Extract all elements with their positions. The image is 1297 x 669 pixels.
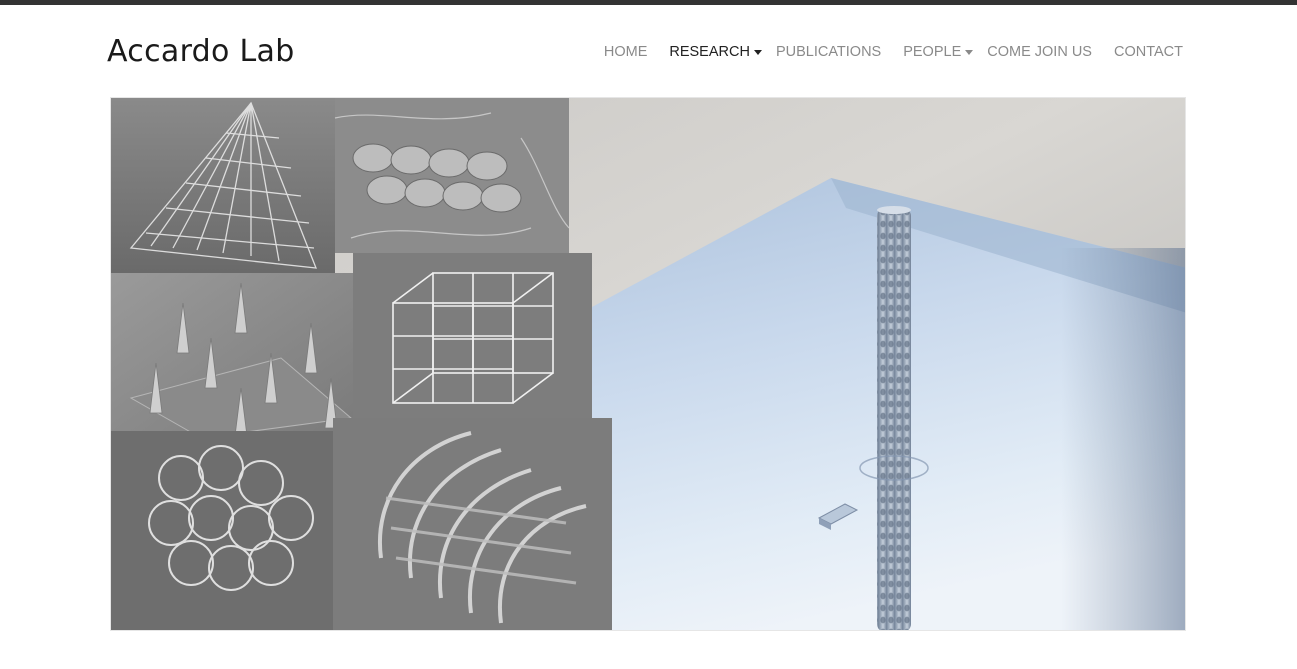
nav-label-contact: CONTACT [1113,44,1183,60]
caret-down-icon [965,49,974,55]
nav-item-people[interactable]: PEOPLE [903,42,974,62]
nav-label-home: HOME [603,44,648,60]
nav-label-publications: PUBLICATIONS [775,44,882,60]
nav-label-come-join-us: COME JOIN US [987,44,1092,60]
hero-image-collage [110,97,1186,631]
nav-item-home[interactable]: HOME [604,42,648,62]
nav-item-publications[interactable]: PUBLICATIONS [776,42,881,62]
site-logo-title[interactable]: Accardo Lab [107,33,295,71]
caret-down-icon [753,49,762,55]
nav-item-contact[interactable]: CONTACT [1114,42,1183,62]
nav-item-come-join-us[interactable]: COME JOIN US [987,42,1092,62]
nav-label-people: PEOPLE [903,44,962,60]
main-navigation: HOME RESEARCH PUBLICATIONS PEOPLE COME J… [604,42,1183,62]
nav-item-research[interactable]: RESEARCH [669,42,762,62]
nav-label-research: RESEARCH [669,44,750,60]
top-border-bar [0,0,1297,5]
